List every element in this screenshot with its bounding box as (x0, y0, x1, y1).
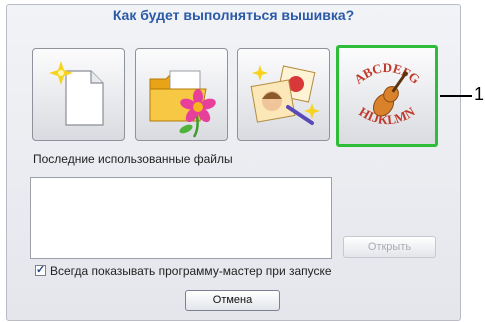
new-design-option[interactable] (32, 48, 125, 141)
new-file-icon (49, 61, 104, 126)
open-folder-flower-icon (149, 70, 216, 138)
dialog-title: Как будет выполняться вышивка? (112, 7, 355, 23)
lettering-option[interactable]: ABCDEFG HIJKLMN (336, 45, 438, 147)
photo-stitch-option[interactable] (237, 48, 330, 141)
open-button[interactable]: Открыть (343, 236, 436, 258)
svg-text:ABCDEFG: ABCDEFG (351, 60, 423, 87)
recent-files-label: Последние использованные файлы (33, 152, 233, 166)
show-wizard-checkbox[interactable]: ✓ (35, 264, 46, 276)
cancel-button[interactable]: Отмена (185, 290, 280, 311)
recent-files-list[interactable] (30, 177, 332, 259)
open-file-option[interactable] (135, 48, 228, 141)
checkmark-icon: ✓ (36, 264, 46, 276)
lettering-top-text: ABCDEFG (351, 60, 423, 87)
show-wizard-label: Всегда показывать программу-мастер при з… (50, 264, 332, 278)
callout-line (440, 95, 472, 97)
lettering-violin-icon: ABCDEFG HIJKLMN (351, 60, 423, 127)
callout-number: 1 (474, 84, 485, 104)
photo-wizard-icon (250, 65, 320, 125)
